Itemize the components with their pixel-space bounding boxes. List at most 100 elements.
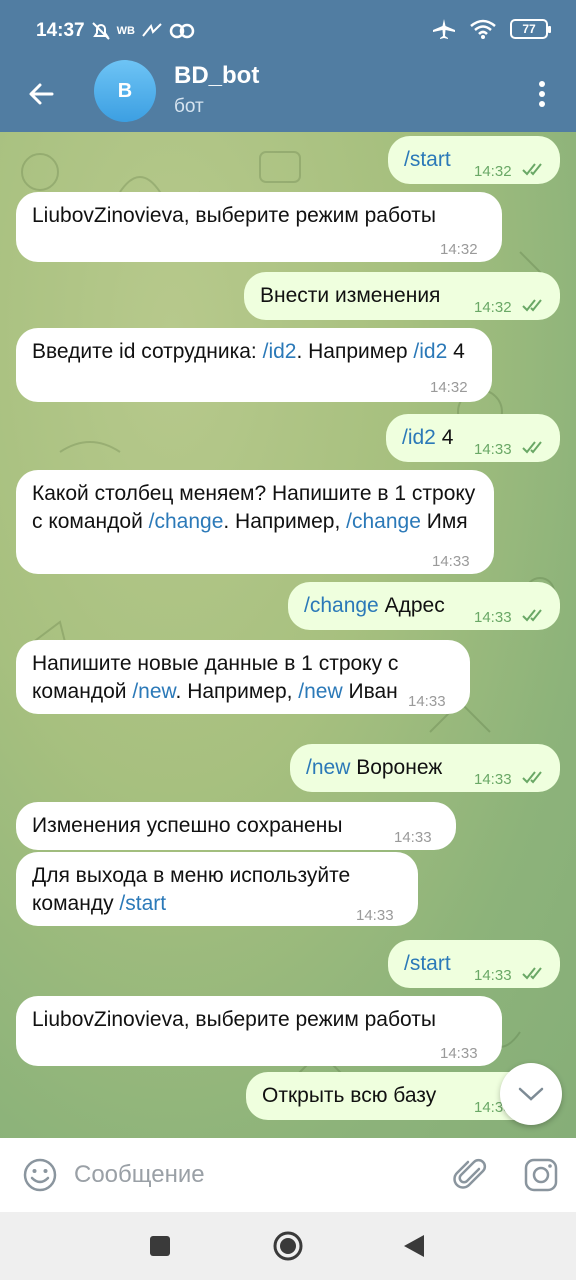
battery-icon: 77 (510, 19, 551, 39)
command-link[interactable]: /id2 (413, 340, 447, 363)
back-arrow-icon (29, 83, 54, 105)
carrier-badge: WB (116, 25, 135, 37)
command-link[interactable]: /change (149, 510, 224, 533)
incoming-message[interactable]: LiubovZinovieva, выберите режим работы 14… (16, 192, 502, 262)
outgoing-message[interactable]: /id2 4 14:33 (386, 414, 560, 462)
chat-subtitle: бот (174, 96, 204, 117)
outgoing-message[interactable]: /change Адрес 14:33 (288, 582, 560, 630)
message-time: 14:33 (474, 441, 512, 458)
back-button[interactable] (22, 74, 62, 114)
nav-recents-button[interactable] (140, 1226, 180, 1266)
system-nav-bar (0, 1212, 576, 1280)
message-time: 14:33 (432, 553, 470, 570)
message-text-part: LiubovZinovieva, выберите режим работы (32, 204, 436, 227)
attach-icon (453, 1158, 487, 1189)
message-time: 14:33 (474, 967, 512, 984)
read-checks-icon (522, 441, 542, 454)
message-text: Для выхода в меню используйте команду /s… (32, 862, 402, 918)
message-text: Какой столбец меняем? Напишите в 1 строк… (32, 480, 478, 536)
read-checks-icon (522, 771, 542, 784)
read-checks-icon (522, 967, 542, 980)
command-link[interactable]: /id2 (263, 340, 297, 363)
bell-off-icon (91, 22, 110, 40)
chat-title[interactable]: BD_bot (174, 62, 259, 90)
airplane-icon (433, 19, 455, 39)
message-time: 14:32 (430, 379, 468, 396)
wifi-icon (470, 19, 496, 39)
chevron-down-icon (518, 1087, 544, 1101)
incoming-message[interactable]: Для выхода в меню используйте команду /s… (16, 852, 418, 926)
read-checks-icon (522, 299, 542, 312)
read-checks-icon (522, 163, 542, 176)
message-text: Изменения успешно сохранены (32, 812, 440, 840)
nav-home-button[interactable] (268, 1226, 308, 1266)
command-link[interactable]: /start (404, 148, 451, 171)
message-time: 14:33 (356, 907, 394, 924)
scroll-down-button[interactable] (500, 1063, 562, 1125)
message-text-part: 4 (435, 426, 454, 449)
message-text-part: Имя (420, 510, 468, 533)
avatar[interactable]: B (94, 60, 156, 122)
message-text-part: . Например (296, 340, 414, 363)
incoming-message[interactable]: Изменения успешно сохранены 14:33 (16, 802, 456, 850)
nav-back-button[interactable] (394, 1226, 434, 1266)
message-text-part: Воронеж (350, 756, 443, 779)
message-text-part: . Например, (175, 680, 299, 703)
incoming-message[interactable]: Введите id сотрудника: /id2. Например /i… (16, 328, 492, 402)
outgoing-message[interactable]: /start 14:33 (388, 940, 560, 988)
read-checks-icon (522, 609, 542, 622)
message-time: 14:33 (408, 693, 446, 710)
message-time: 14:32 (474, 163, 512, 180)
command-link[interactable]: /id2 (402, 426, 436, 449)
message-text-part: Изменения успешно сохранены (32, 814, 343, 837)
signal-app-icon (142, 23, 162, 37)
message-text: LiubovZinovieva, выберите режим работы (32, 202, 486, 230)
more-menu-button[interactable] (532, 74, 552, 114)
message-text: Напишите новые данные в 1 строку с коман… (32, 650, 454, 706)
message-text-part: Иван (342, 680, 398, 703)
avatar-letter: B (117, 79, 133, 102)
emoji-button[interactable] (22, 1157, 58, 1193)
message-input-bar (0, 1138, 576, 1212)
status-time: 14:37 (36, 20, 85, 41)
message-time: 14:33 (474, 609, 512, 626)
message-text-part: Для выхода в меню используйте команду (32, 864, 351, 915)
message-text-part: 4 (447, 340, 465, 363)
command-link[interactable]: /start (119, 892, 166, 915)
message-text: LiubovZinovieva, выберите режим работы (32, 1006, 486, 1034)
status-bar: 14:37 WB 77 (0, 0, 576, 60)
command-link[interactable]: /new (306, 756, 350, 779)
attach-button[interactable] (452, 1156, 490, 1194)
camera-button[interactable] (522, 1156, 560, 1194)
message-time: 14:33 (440, 1045, 478, 1062)
outgoing-message[interactable]: /start 14:32 (388, 136, 560, 184)
message-text-part: Адрес (378, 594, 445, 617)
incoming-message[interactable]: LiubovZinovieva, выберите режим работы 14… (16, 996, 502, 1066)
message-time: 14:32 (474, 299, 512, 316)
nav-recents-icon (150, 1236, 170, 1256)
message-input[interactable] (74, 1158, 434, 1192)
message-text-part: Открыть всю базу (262, 1084, 437, 1107)
message-text-part: LiubovZinovieva, выберите режим работы (32, 1008, 436, 1031)
command-link[interactable]: /change (346, 510, 421, 533)
message-time: 14:33 (474, 771, 512, 788)
message-text-part: . Например, (223, 510, 347, 533)
chat-area[interactable]: /start 14:32 LiubovZinovieva, выберите реж… (0, 132, 576, 1138)
command-link[interactable]: /start (404, 952, 451, 975)
command-link[interactable]: /new (298, 680, 342, 703)
chat-header: B BD_bot бот (0, 60, 576, 132)
message-text-part: Внести изменения (260, 284, 441, 307)
command-link[interactable]: /new (132, 680, 175, 703)
outgoing-message[interactable]: Внести изменения 14:32 (244, 272, 560, 320)
message-time: 14:32 (440, 241, 478, 258)
incoming-message[interactable]: Напишите новые данные в 1 строку с коман… (16, 640, 470, 714)
message-text-part: Введите id сотрудника: (32, 340, 263, 363)
command-link[interactable]: /change (304, 594, 379, 617)
camera-icon (524, 1158, 558, 1192)
outgoing-message[interactable]: /new Воронеж 14:33 (290, 744, 560, 792)
emoji-icon (23, 1158, 57, 1192)
link-app-icon (169, 23, 195, 39)
message-text: Введите id сотрудника: /id2. Например /i… (32, 338, 476, 366)
more-vert-icon (539, 81, 545, 107)
incoming-message[interactable]: Какой столбец меняем? Напишите в 1 строк… (16, 470, 494, 574)
